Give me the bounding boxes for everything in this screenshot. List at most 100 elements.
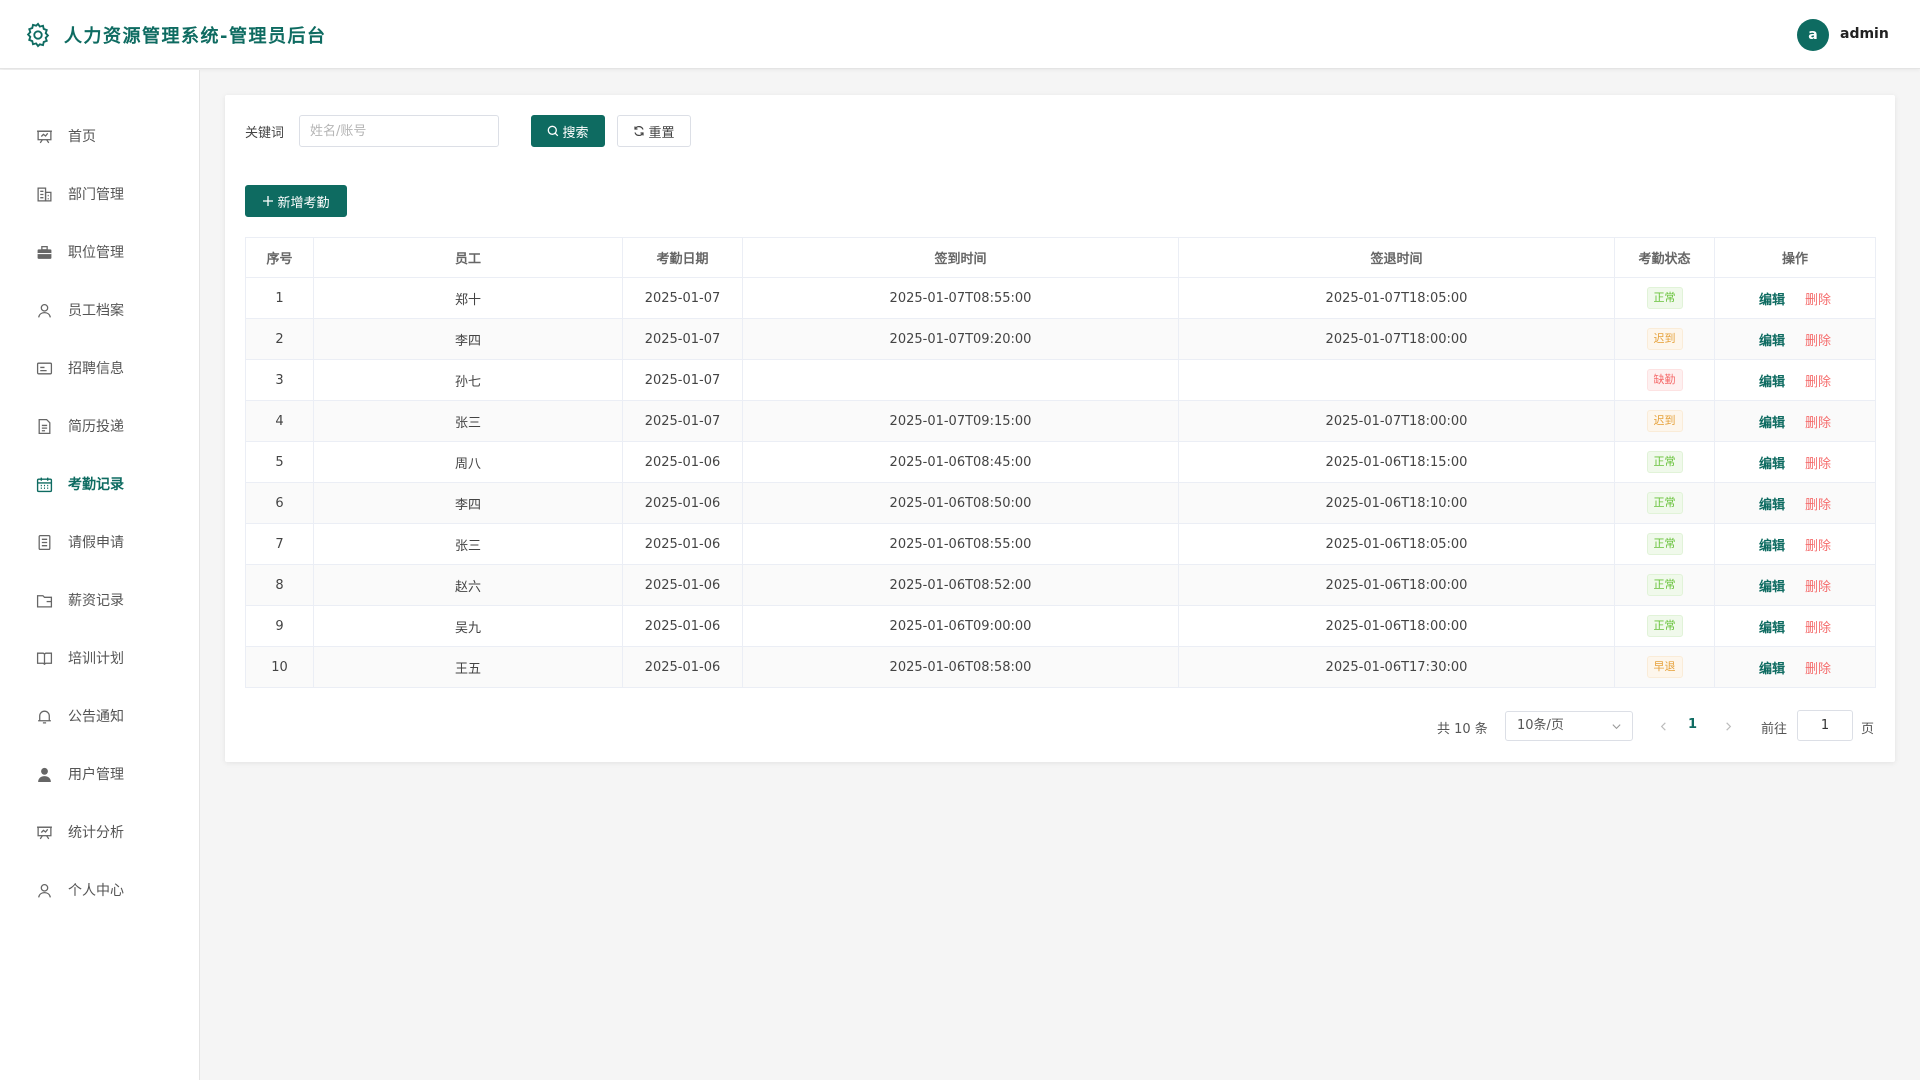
delete-link[interactable]: 删除 (1805, 293, 1831, 308)
sidebar-item-employees[interactable]: 员工档案 (0, 290, 199, 330)
next-page-button[interactable] (1720, 715, 1736, 737)
keyword-input[interactable] (299, 115, 499, 147)
column-header-sign-out: 签退时间 (1178, 237, 1615, 278)
cell-date: 2025-01-06 (622, 564, 743, 606)
edit-link[interactable]: 编辑 (1759, 293, 1785, 308)
sidebar-item-positions[interactable]: 职位管理 (0, 232, 199, 272)
status-badge: 正常 (1646, 287, 1683, 309)
delete-link[interactable]: 删除 (1805, 662, 1831, 677)
avatar[interactable]: a (1797, 19, 1829, 51)
column-header-employee: 员工 (313, 237, 623, 278)
cell-status: 迟到 (1614, 400, 1715, 442)
page-size-select[interactable]: 10条/页 (1505, 711, 1633, 741)
sidebar-item-departments[interactable]: 部门管理 (0, 174, 199, 214)
edit-link[interactable]: 编辑 (1759, 375, 1785, 390)
cell-status: 正常 (1614, 564, 1715, 606)
prev-page-button[interactable] (1655, 715, 1671, 737)
status-badge: 缺勤 (1646, 369, 1683, 391)
cell-employee: 孙七 (313, 359, 623, 401)
edit-link[interactable]: 编辑 (1759, 621, 1785, 636)
sidebar-item-recruitment[interactable]: 招聘信息 (0, 348, 199, 388)
table-row: 6 李四 2025-01-06 2025-01-06T08:50:00 2025-01-… (245, 482, 1876, 524)
edit-link[interactable]: 编辑 (1759, 498, 1785, 513)
edit-link[interactable]: 编辑 (1759, 457, 1785, 472)
delete-link[interactable]: 删除 (1805, 334, 1831, 349)
cell-date: 2025-01-06 (622, 646, 743, 688)
sidebar-item-profile[interactable]: 个人中心 (0, 870, 199, 910)
cell-date: 2025-01-07 (622, 400, 743, 442)
edit-link[interactable]: 编辑 (1759, 539, 1785, 554)
column-header-date: 考勤日期 (622, 237, 743, 278)
table-row: 3 孙七 2025-01-07 缺勤 编辑 删除 (245, 359, 1876, 401)
status-badge: 早退 (1646, 656, 1683, 678)
edit-link[interactable]: 编辑 (1759, 416, 1785, 431)
edit-link[interactable]: 编辑 (1759, 580, 1785, 595)
document-icon (35, 417, 53, 435)
delete-link[interactable]: 删除 (1805, 457, 1831, 472)
username[interactable]: admin (1840, 26, 1889, 42)
cell-status: 缺勤 (1614, 359, 1715, 401)
sidebar-item-label: 考勤记录 (68, 477, 124, 493)
calendar-icon (35, 475, 53, 493)
table-row: 4 张三 2025-01-07 2025-01-07T09:15:00 2025-01-… (245, 400, 1876, 442)
table-row: 2 李四 2025-01-07 2025-01-07T09:20:00 2025-01-… (245, 318, 1876, 360)
delete-link[interactable]: 删除 (1805, 375, 1831, 390)
cell-index: 4 (245, 400, 314, 442)
status-badge: 正常 (1646, 574, 1683, 596)
sidebar-item-label: 统计分析 (68, 825, 124, 841)
sidebar-item-salary[interactable]: 薪资记录 (0, 580, 199, 620)
keyword-label: 关键词 (245, 126, 285, 141)
page-size-value: 10条/页 (1517, 718, 1564, 733)
sidebar-item-label: 个人中心 (68, 883, 124, 899)
sidebar-item-statistics[interactable]: 统计分析 (0, 812, 199, 852)
cell-sign-out (1178, 359, 1615, 401)
sidebar-item-leave[interactable]: 请假申请 (0, 522, 199, 562)
cell-index: 3 (245, 359, 314, 401)
delete-link[interactable]: 删除 (1805, 580, 1831, 595)
cell-index: 7 (245, 523, 314, 565)
sidebar-item-resumes[interactable]: 简历投递 (0, 406, 199, 446)
cell-sign-in (742, 359, 1179, 401)
sidebar-item-attendance[interactable]: 考勤记录 (0, 464, 199, 504)
sidebar-item-users[interactable]: 用户管理 (0, 754, 199, 794)
cell-employee: 吴九 (313, 605, 623, 647)
cell-index: 2 (245, 318, 314, 360)
chevron-right-icon (1725, 721, 1731, 731)
sidebar-item-notices[interactable]: 公告通知 (0, 696, 199, 736)
goto-page-input[interactable] (1797, 710, 1853, 741)
pagination-total: 共 10 条 (1437, 722, 1488, 737)
cell-sign-out: 2025-01-06T18:00:00 (1178, 605, 1615, 647)
cell-actions: 编辑 删除 (1714, 359, 1876, 401)
sidebar-item-home[interactable]: 首页 (0, 116, 199, 156)
edit-link[interactable]: 编辑 (1759, 334, 1785, 349)
wallet-icon (35, 591, 53, 609)
delete-link[interactable]: 删除 (1805, 539, 1831, 554)
search-button[interactable]: 搜索 (531, 115, 605, 147)
cell-employee: 赵六 (313, 564, 623, 606)
cell-sign-out: 2025-01-06T18:15:00 (1178, 441, 1615, 483)
delete-link[interactable]: 删除 (1805, 416, 1831, 431)
edit-link[interactable]: 编辑 (1759, 662, 1785, 677)
cell-sign-in: 2025-01-06T08:50:00 (742, 482, 1179, 524)
page-number-current[interactable]: 1 (1688, 717, 1697, 732)
delete-link[interactable]: 删除 (1805, 621, 1831, 636)
sidebar-item-training[interactable]: 培训计划 (0, 638, 199, 678)
search-button-label: 搜索 (562, 125, 589, 141)
status-badge: 迟到 (1646, 328, 1683, 350)
table-row: 9 吴九 2025-01-06 2025-01-06T09:00:00 2025-01-… (245, 605, 1876, 647)
reset-button[interactable]: 重置 (617, 115, 691, 147)
user-icon (35, 881, 53, 899)
gear-icon (24, 21, 52, 49)
table-row: 1 郑十 2025-01-07 2025-01-07T08:55:00 2025-01-… (245, 277, 1876, 319)
reset-button-label: 重置 (648, 125, 675, 141)
cell-employee: 李四 (313, 482, 623, 524)
form-icon (35, 533, 53, 551)
cell-status: 迟到 (1614, 318, 1715, 360)
add-attendance-button[interactable]: 新增考勤 (245, 185, 347, 217)
user-icon (35, 301, 53, 319)
attendance-table: 序号 员工 考勤日期 签到时间 签退时间 考勤状态 操作 1 郑十 2025-01-… (245, 237, 1876, 688)
cell-employee: 张三 (313, 523, 623, 565)
table-row: 8 赵六 2025-01-06 2025-01-06T08:52:00 2025-01-… (245, 564, 1876, 606)
column-header-status: 考勤状态 (1614, 237, 1715, 278)
delete-link[interactable]: 删除 (1805, 498, 1831, 513)
